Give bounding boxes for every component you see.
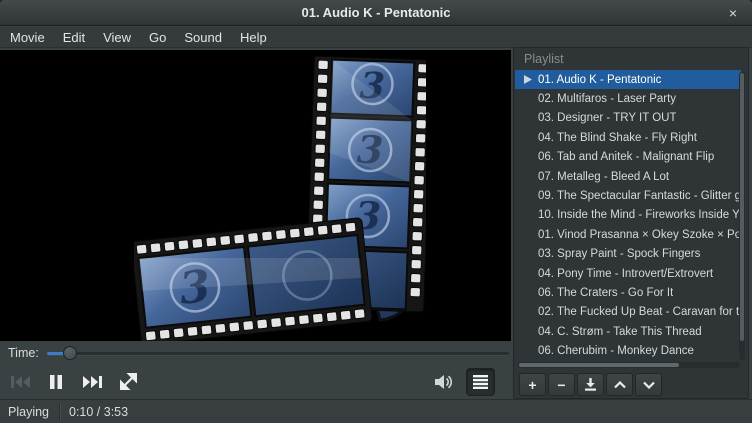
pause-icon xyxy=(50,375,62,389)
playlist-item[interactable]: 04. C. Strøm - Take This Thread xyxy=(515,322,741,341)
playlist-item-label: 06. The Craters - Go For It xyxy=(535,287,673,299)
remove-track-button[interactable]: − xyxy=(548,373,575,396)
time-slider-track[interactable] xyxy=(47,352,509,355)
volume-icon xyxy=(435,374,454,390)
playlist-item[interactable]: 03. Spray Paint - Spock Fingers xyxy=(515,245,741,264)
transport-controls xyxy=(0,365,513,398)
film-strip-graphic: 3 3 3 xyxy=(134,56,426,341)
menu-sound[interactable]: Sound xyxy=(175,27,231,48)
save-playlist-icon xyxy=(584,378,597,391)
playlist-item-label: 04. Pony Time - Introvert/Extrovert xyxy=(535,268,713,280)
previous-track-button[interactable] xyxy=(4,368,36,396)
playlist-toggle-button[interactable] xyxy=(466,368,495,396)
playing-indicator-icon xyxy=(521,75,535,84)
volume-button[interactable] xyxy=(432,368,456,396)
horizontal-scrollbar-thumb[interactable] xyxy=(519,363,679,367)
playlist-item-label: 01. Vinod Prasanna × Okey Szoke × Pompey xyxy=(535,229,741,241)
menu-edit[interactable]: Edit xyxy=(54,27,94,48)
playlist-item-label: 06. Tab and Anitek - Malignant Flip xyxy=(535,151,714,163)
statusbar: Playing 0:10 / 3:53 xyxy=(0,399,752,423)
playlist-item[interactable]: 06. The Craters - Go For It xyxy=(515,283,741,302)
vertical-scrollbar-thumb[interactable] xyxy=(740,73,744,341)
menu-help[interactable]: Help xyxy=(231,27,276,48)
next-track-button[interactable] xyxy=(76,368,108,396)
previous-track-icon xyxy=(11,375,30,389)
menubar: Movie Edit View Go Sound Help xyxy=(0,27,752,48)
time-slider[interactable] xyxy=(47,346,509,360)
playlist-item[interactable]: 06. Cherubim - Monkey Dance xyxy=(515,341,741,360)
playlist-vertical-scrollbar[interactable] xyxy=(739,72,745,360)
playlist-panel: Playlist 01. Audio K - Pentatonic 02. Mu… xyxy=(513,47,749,399)
titlebar[interactable]: 01. Audio K - Pentatonic × xyxy=(0,0,752,26)
playlist-item[interactable]: 02. The Fucked Up Beat - Caravan for the… xyxy=(515,303,741,322)
menu-view[interactable]: View xyxy=(94,27,140,48)
playlist-list: 01. Audio K - Pentatonic 02. Multifaros … xyxy=(515,70,741,361)
playlist-toolbar: + − xyxy=(519,373,662,396)
playlist-item-label: 04. The Blind Shake - Fly Right xyxy=(535,132,697,144)
time-position: 0:10 / 3:53 xyxy=(69,405,128,419)
playlist-item-label: 06. Cherubim - Monkey Dance xyxy=(535,345,694,357)
playlist-item-label: 04. C. Strøm - Take This Thread xyxy=(535,326,702,338)
video-area[interactable]: 3 3 3 xyxy=(0,50,511,341)
playlist-item[interactable]: 04. The Blind Shake - Fly Right xyxy=(515,128,741,147)
playlist-icon xyxy=(473,375,488,389)
playlist-item[interactable]: 07. Metalleg - Bleed A Lot xyxy=(515,167,741,186)
playlist-item-label: 09. The Spectacular Fantastic - Glitter … xyxy=(535,190,741,202)
playlist-item-label: 02. The Fucked Up Beat - Caravan for the… xyxy=(535,306,741,318)
playback-state: Playing xyxy=(8,405,49,419)
menu-go[interactable]: Go xyxy=(140,27,175,48)
playlist-horizontal-scrollbar[interactable] xyxy=(518,362,740,368)
playlist-item[interactable]: 01. Vinod Prasanna × Okey Szoke × Pompey xyxy=(515,225,741,244)
time-row: Time: xyxy=(0,341,513,365)
time-label: Time: xyxy=(8,346,39,360)
add-track-button[interactable]: + xyxy=(519,373,546,396)
playlist-item-label: 01. Audio K - Pentatonic xyxy=(535,74,661,86)
fullscreen-icon xyxy=(120,373,137,390)
fullscreen-button[interactable] xyxy=(112,368,144,396)
menu-movie[interactable]: Movie xyxy=(0,27,54,48)
window-title: 01. Audio K - Pentatonic xyxy=(301,5,450,20)
playlist-item-label: 07. Metalleg - Bleed A Lot xyxy=(535,171,669,183)
playlist-item[interactable]: 04. Pony Time - Introvert/Extrovert xyxy=(515,264,741,283)
media-player-window: 01. Audio K - Pentatonic × Movie Edit Vi… xyxy=(0,0,752,423)
playlist-item-label: 03. Spray Paint - Spock Fingers xyxy=(535,248,700,260)
playlist-item[interactable]: 01. Audio K - Pentatonic xyxy=(515,70,741,89)
close-icon[interactable]: × xyxy=(723,0,743,26)
playlist-item-label: 03. Designer - TRY IT OUT xyxy=(535,112,676,124)
pause-button[interactable] xyxy=(40,368,72,396)
playlist-item[interactable]: 06. Tab and Anitek - Malignant Flip xyxy=(515,148,741,167)
chevron-down-icon xyxy=(643,381,655,389)
chevron-up-icon xyxy=(614,381,626,389)
playlist-item[interactable]: 02. Multifaros - Laser Party xyxy=(515,89,741,108)
move-down-button[interactable] xyxy=(635,373,662,396)
playlist-header: Playlist xyxy=(514,48,748,70)
playlist-item[interactable]: 03. Designer - TRY IT OUT xyxy=(515,109,741,128)
statusbar-divider xyxy=(59,404,60,420)
playlist-item[interactable]: 09. The Spectacular Fantastic - Glitter … xyxy=(515,186,741,205)
playlist-item-label: 02. Multifaros - Laser Party xyxy=(535,93,676,105)
time-slider-handle[interactable] xyxy=(63,346,77,360)
playlist-item[interactable]: 10. Inside the Mind - Fireworks Inside Y… xyxy=(515,206,741,225)
playlist-item-label: 10. Inside the Mind - Fireworks Inside Y… xyxy=(535,209,741,221)
next-track-icon xyxy=(83,375,102,389)
move-up-button[interactable] xyxy=(606,373,633,396)
save-playlist-button[interactable] xyxy=(577,373,604,396)
